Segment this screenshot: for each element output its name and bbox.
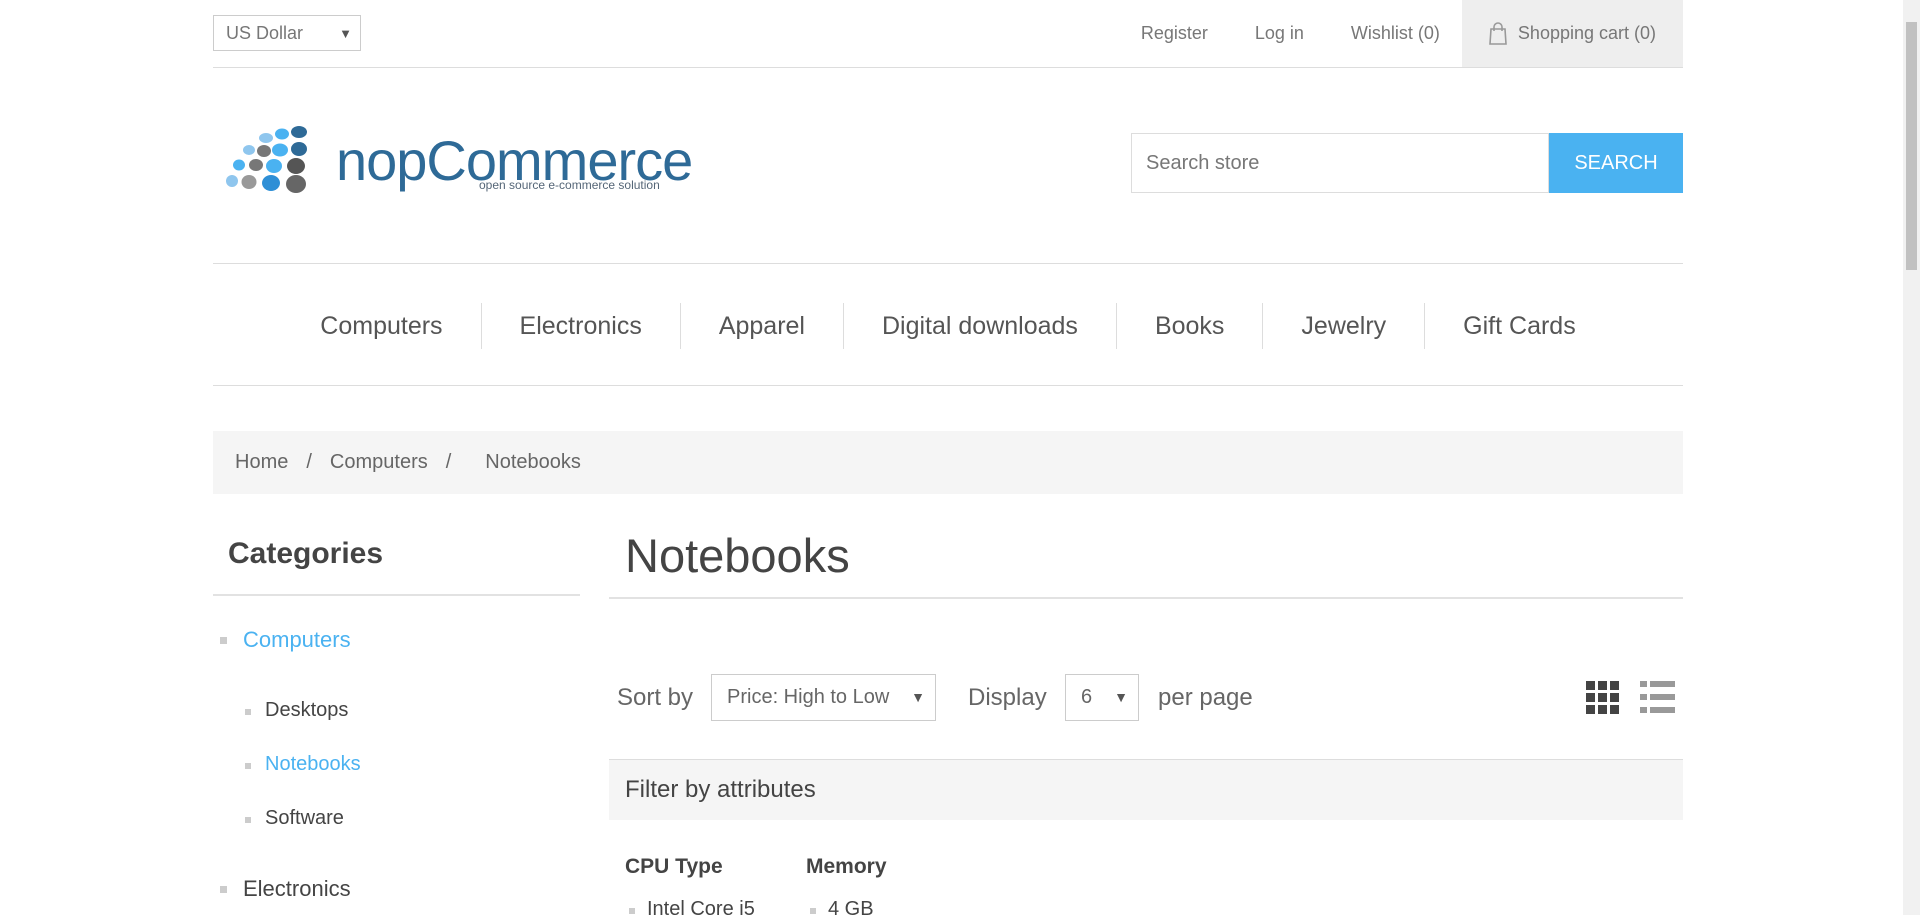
nav-item-computers[interactable]: Computers — [282, 303, 480, 349]
register-link[interactable]: Register — [1141, 23, 1208, 44]
sort-by-label: Sort by — [617, 684, 694, 711]
scrollbar[interactable] — [1903, 0, 1920, 915]
category-label: Electronics — [243, 876, 351, 901]
header-links: Register Log in Wishlist (0) Shopping ca… — [1094, 0, 1683, 67]
bullet-icon — [220, 886, 227, 893]
nav-item-digital-downloads[interactable]: Digital downloads — [842, 303, 1116, 349]
breadcrumb-current: Notebooks — [485, 451, 581, 473]
nav-item-electronics[interactable]: Electronics — [480, 303, 680, 349]
filter-by-attributes[interactable]: Filter by attributes — [609, 759, 1683, 820]
page-size-select[interactable]: 6 ▼ — [1065, 674, 1139, 721]
divider — [609, 597, 1683, 599]
subcategory-notebooks[interactable]: Notebooks — [245, 753, 361, 776]
breadcrumb-computers[interactable]: Computers — [330, 451, 428, 474]
attribute-option-label: Intel Core i5 — [647, 898, 755, 920]
grid-view-icon[interactable] — [1586, 681, 1619, 714]
breadcrumb-home[interactable]: Home — [235, 451, 288, 474]
nav-item-apparel[interactable]: Apparel — [679, 303, 843, 349]
filter-title: Filter by attributes — [625, 776, 816, 803]
search-input[interactable]: Search store — [1131, 133, 1549, 193]
bullet-icon — [245, 817, 251, 823]
chevron-down-icon: ▼ — [339, 26, 352, 41]
category-label: Computers — [243, 627, 351, 652]
currency-value: US Dollar — [226, 23, 304, 43]
shopping-cart-link[interactable]: Shopping cart (0) — [1461, 0, 1683, 67]
top-bar: US Dollar ▼ Register Log in Wishlist (0)… — [213, 0, 1683, 68]
breadcrumb: Home / Computers / Notebooks — [213, 431, 1683, 494]
attribute-memory: Memory — [806, 855, 887, 878]
page-size-value: 6 — [1081, 686, 1093, 708]
category-electronics[interactable]: Electronics — [220, 876, 351, 902]
subcategory-label: Software — [265, 807, 344, 829]
subcategory-label: Notebooks — [265, 753, 361, 775]
store-logo[interactable]: nopCommerce open source e-commerce solut… — [219, 120, 693, 200]
nav-item-jewelry[interactable]: Jewelry — [1262, 303, 1424, 349]
display-label: Display — [968, 684, 1047, 711]
sort-by-select[interactable]: Price: High to Low ▼ — [711, 674, 936, 721]
chevron-down-icon: ▼ — [911, 689, 925, 705]
breadcrumb-separator: / — [445, 451, 452, 473]
attribute-cpu-type: CPU Type — [625, 855, 723, 878]
search-button[interactable]: SEARCH — [1549, 133, 1683, 193]
nav-item-gift-cards[interactable]: Gift Cards — [1424, 303, 1614, 349]
categories-title: Categories — [228, 537, 384, 570]
bullet-icon — [220, 637, 227, 644]
bullet-icon — [245, 763, 251, 769]
cart-label: Shopping cart (0) — [1517, 23, 1656, 43]
attribute-option[interactable]: 4 GB — [810, 898, 874, 921]
subcategory-label: Desktops — [265, 699, 349, 721]
bullet-icon — [245, 709, 251, 715]
bullet-icon — [810, 908, 816, 914]
chevron-down-icon: ▼ — [1114, 689, 1128, 705]
currency-select[interactable]: US Dollar ▼ — [213, 15, 361, 51]
scrollbar-thumb[interactable] — [1906, 22, 1917, 270]
subcategory-desktops[interactable]: Desktops — [245, 699, 349, 722]
logo-dots-icon — [226, 126, 307, 193]
top-menu: Computers Electronics Apparel Digital do… — [213, 263, 1683, 386]
nav-item-books[interactable]: Books — [1115, 303, 1262, 349]
divider — [213, 594, 580, 596]
attribute-option[interactable]: Intel Core i5 — [629, 898, 755, 921]
shopping-bag-icon — [1489, 21, 1507, 45]
category-computers[interactable]: Computers — [220, 627, 351, 653]
sort-by-value: Price: High to Low — [727, 686, 890, 708]
per-page-label: per page — [1158, 684, 1253, 711]
login-link[interactable]: Log in — [1255, 23, 1304, 44]
logo-tagline: open source e-commerce solution — [479, 178, 660, 192]
subcategory-software[interactable]: Software — [245, 807, 344, 830]
breadcrumb-separator: / — [306, 451, 312, 473]
page-title: Notebooks — [625, 529, 850, 582]
wishlist-link[interactable]: Wishlist (0) — [1351, 23, 1440, 44]
attribute-option-label: 4 GB — [828, 898, 874, 920]
bullet-icon — [629, 908, 635, 914]
list-view-icon[interactable] — [1640, 681, 1675, 714]
